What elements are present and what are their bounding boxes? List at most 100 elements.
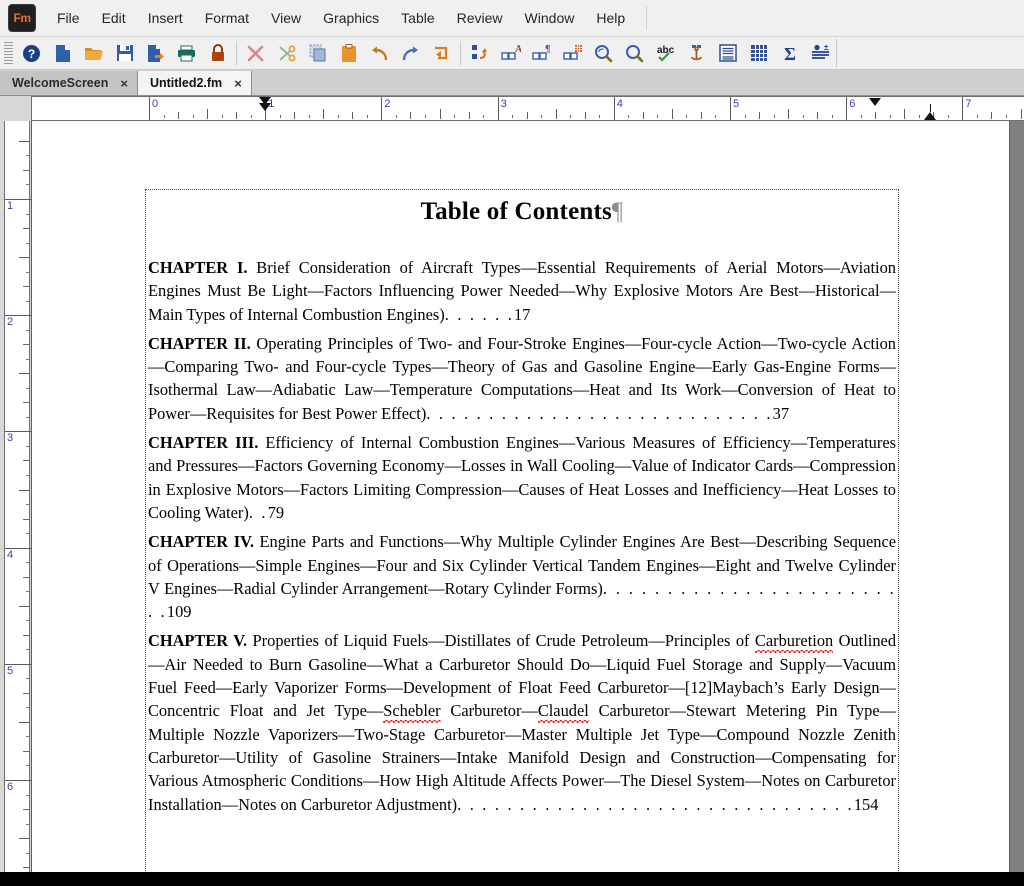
ruler-minor-tick <box>1020 109 1022 119</box>
ruler-minor-tick <box>976 115 978 118</box>
undo-arrow-icon[interactable] <box>364 39 395 67</box>
ruler-minor-tick <box>192 115 194 118</box>
menu-item-review[interactable]: Review <box>446 5 514 31</box>
toc-entry-chapter-2[interactable]: CHAPTER II. Operating Principles of Two-… <box>146 332 898 425</box>
ruler-minor-tick <box>352 112 354 119</box>
ruler-minor-tick <box>308 115 310 118</box>
close-icon[interactable]: × <box>234 77 242 90</box>
menu-item-help[interactable]: Help <box>585 5 636 31</box>
ruler-minor-tick <box>700 112 702 119</box>
ruler-minor-tick <box>947 115 949 118</box>
ruler-minor-tick <box>337 115 339 118</box>
tab-stop-marker[interactable] <box>869 97 882 106</box>
copy-icon[interactable] <box>302 39 333 67</box>
ruler-minor-tick <box>23 634 29 636</box>
document-tab-bar: WelcomeScreen × Untitled2.fm × <box>0 70 1024 96</box>
menu-item-graphics[interactable]: Graphics <box>312 5 390 31</box>
toc-entry-chapter-5[interactable]: CHAPTER V. Properties of Liquid Fuels—Di… <box>146 629 898 815</box>
ruler-minor-tick <box>23 809 29 811</box>
toc-leader-dots: . . <box>248 502 268 522</box>
lock-icon[interactable] <box>202 39 233 67</box>
zoom-icon[interactable] <box>619 39 650 67</box>
help-icon[interactable]: ? <box>16 39 47 67</box>
menu-item-file[interactable]: File <box>46 5 91 31</box>
save-icon[interactable] <box>109 39 140 67</box>
close-icon[interactable]: × <box>120 77 128 90</box>
toc-entry-chapter-4[interactable]: CHAPTER IV. Engine Parts and Functions—W… <box>146 530 898 623</box>
toc-entry-chapter-1[interactable]: CHAPTER I. Brief Consideration of Aircra… <box>146 256 898 326</box>
open-folder-icon[interactable] <box>78 39 109 67</box>
new-document-icon[interactable] <box>47 39 78 67</box>
menu-item-insert[interactable]: Insert <box>137 5 194 31</box>
document-tab-untitled2[interactable]: Untitled2.fm × <box>137 71 252 95</box>
ruler-minor-tick <box>599 115 601 118</box>
ruler-minor-tick <box>250 115 252 118</box>
redo-arrow-icon[interactable] <box>395 39 426 67</box>
ruler-minor-tick <box>657 115 659 118</box>
ruler-unit-label: 2 <box>7 316 14 329</box>
text-frame-icon[interactable] <box>712 39 743 67</box>
cut-scissors-icon[interactable] <box>271 39 302 67</box>
menu-item-edit[interactable]: Edit <box>91 5 137 31</box>
framemaker-window: Fm File Edit Insert Format View Graphics… <box>0 0 1024 886</box>
paragraph-designer-icon[interactable]: ¶ <box>526 39 557 67</box>
ruler-minor-tick <box>19 373 29 375</box>
menu-item-table[interactable]: Table <box>390 5 445 31</box>
ruler-minor-tick <box>26 358 29 360</box>
ruler-major-tick <box>730 97 731 120</box>
equation-sigma-icon[interactable]: Σ <box>774 39 805 67</box>
repeat-arrow-icon[interactable] <box>426 39 457 67</box>
ruler-minor-tick <box>744 115 746 118</box>
document-tab-welcomescreen[interactable]: WelcomeScreen × <box>0 71 138 95</box>
anchored-frame-icon[interactable] <box>681 39 712 67</box>
ruler-minor-tick <box>366 115 368 118</box>
right-indent-marker[interactable] <box>922 97 937 120</box>
document-page[interactable]: Table of Contents¶ CHAPTER I. Brief Cons… <box>31 121 1010 886</box>
ruler-minor-tick <box>410 112 412 119</box>
vertical-ruler[interactable]: 1 2 3 4 5 6 <box>0 121 31 886</box>
print-icon[interactable] <box>171 39 202 67</box>
ruler-unit-label: 4 <box>616 98 623 110</box>
ruler-minor-tick <box>570 115 572 118</box>
toolbar-drag-handle[interactable] <box>4 42 13 64</box>
window-bottom-edge <box>0 872 1024 886</box>
save-as-icon[interactable] <box>140 39 171 67</box>
find-change-icon[interactable] <box>588 39 619 67</box>
ruler-minor-tick <box>26 765 29 767</box>
misspelled-word: Carburetion <box>754 631 834 655</box>
insert-table-icon[interactable] <box>743 39 774 67</box>
ruler-minor-tick <box>23 402 29 404</box>
character-designer-icon[interactable]: A <box>495 39 526 67</box>
paste-clipboard-icon[interactable] <box>333 39 364 67</box>
page-title: Table of Contents¶ <box>146 198 898 226</box>
ruler-unit-label: 5 <box>733 98 740 110</box>
toc-entry-chapter-3[interactable]: CHAPTER III. Efficiency of Internal Comb… <box>146 431 898 524</box>
document-canvas[interactable]: Table of Contents¶ CHAPTER I. Brief Cons… <box>31 121 1024 886</box>
spell-check-icon[interactable]: abc <box>650 39 681 67</box>
editor-body: 1 2 3 4 5 6 Table of Contents¶ CHAPTER I. Bri… <box>0 121 1024 886</box>
ruler-minor-tick <box>26 852 29 854</box>
text-frame[interactable]: Table of Contents¶ CHAPTER I. Brief Cons… <box>145 189 899 886</box>
table-designer-icon[interactable] <box>557 39 588 67</box>
ruler-minor-tick <box>26 271 29 273</box>
misspelled-word: Claudel <box>537 701 589 725</box>
variable-icon[interactable]: ± <box>805 39 836 67</box>
menu-item-window[interactable]: Window <box>514 5 586 31</box>
ruler-minor-tick <box>23 228 29 230</box>
app-logo-icon[interactable]: Fm <box>8 4 36 32</box>
ruler-minor-tick <box>468 112 470 119</box>
ruler-corner <box>0 96 31 122</box>
ruler-minor-tick <box>178 112 180 119</box>
toolbar-empty-area <box>836 39 1024 67</box>
horizontal-ruler[interactable]: 012345678 <box>31 96 1024 121</box>
menu-item-view[interactable]: View <box>260 5 312 31</box>
ruler-minor-tick <box>294 112 296 119</box>
app-logo-text: Fm <box>13 11 32 25</box>
first-line-indent-marker[interactable] <box>259 97 272 111</box>
ruler-unit-label: 5 <box>7 664 14 677</box>
menu-item-format[interactable]: Format <box>194 5 260 31</box>
ruler-minor-tick <box>23 576 29 578</box>
delete-x-icon[interactable] <box>240 39 271 67</box>
ruler-minor-tick <box>19 605 29 607</box>
paragraph-catalog-icon[interactable] <box>464 39 495 67</box>
